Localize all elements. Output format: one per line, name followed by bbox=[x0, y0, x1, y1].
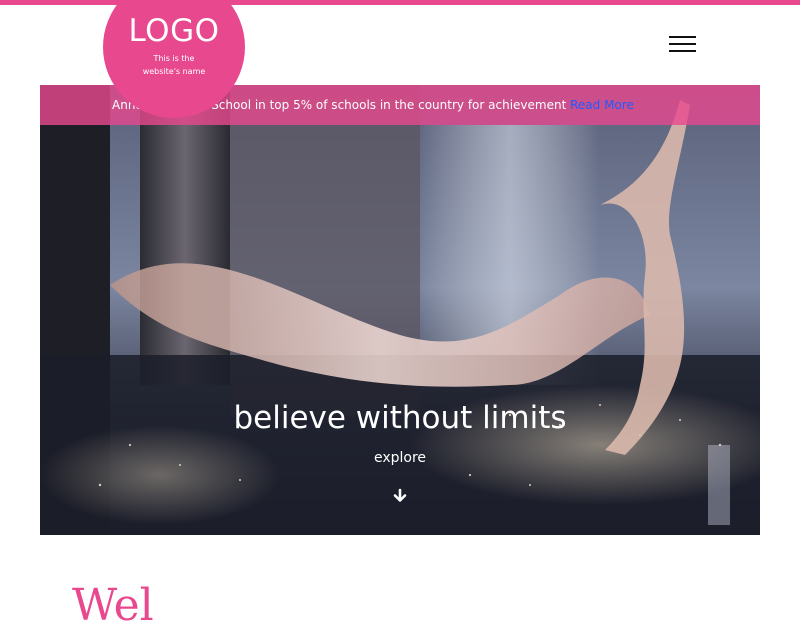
menu-line bbox=[669, 43, 696, 45]
arrow-down-icon[interactable] bbox=[392, 488, 408, 504]
logo-subtitle-line-1: This is the bbox=[153, 54, 195, 63]
explore-link[interactable]: explore bbox=[374, 450, 426, 466]
logo-title: LOGO bbox=[128, 13, 220, 49]
hero-background-image bbox=[40, 85, 760, 535]
hamburger-menu-icon[interactable] bbox=[669, 36, 696, 54]
logo-subtitle-line-2: website's name bbox=[142, 67, 206, 76]
read-more-link[interactable]: Read More bbox=[570, 98, 634, 112]
explore-label-row: explore bbox=[40, 449, 760, 467]
hero-banner: Announcement: School in top 5% of school… bbox=[40, 85, 760, 535]
welcome-heading: Wel bbox=[72, 580, 154, 631]
menu-line bbox=[669, 50, 696, 52]
menu-line bbox=[669, 36, 696, 38]
hero-title: believe without limits bbox=[233, 400, 567, 436]
